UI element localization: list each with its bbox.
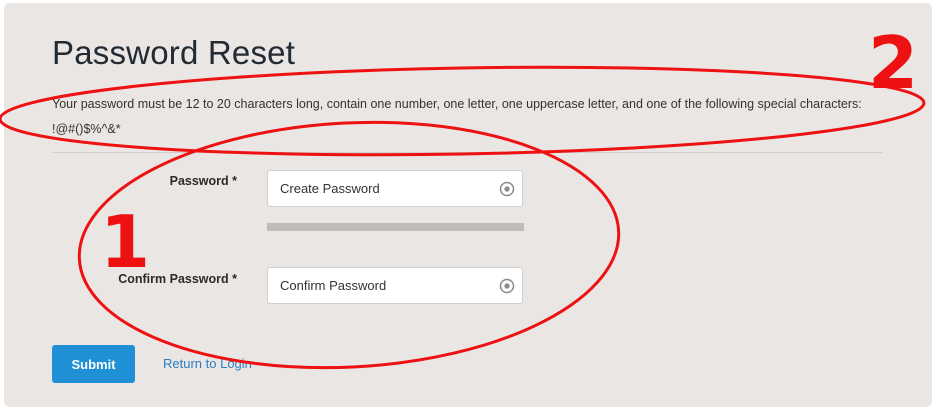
password-requirements-text: Your password must be 12 to 20 character…: [52, 97, 862, 136]
confirm-password-label: Confirm Password *: [118, 272, 237, 286]
return-to-login-link[interactable]: Return to Login: [163, 356, 252, 371]
divider: [52, 152, 882, 153]
password-field-wrapper: [267, 170, 523, 207]
eye-icon[interactable]: [499, 181, 515, 197]
confirm-password-input[interactable]: [268, 268, 498, 303]
eye-icon[interactable]: [499, 278, 515, 294]
password-strength-meter: [267, 223, 524, 231]
confirm-password-field-wrapper: [267, 267, 523, 304]
password-input[interactable]: [268, 171, 498, 206]
page-title: Password Reset: [52, 34, 296, 71]
submit-button[interactable]: Submit: [52, 345, 135, 383]
password-label: Password *: [169, 174, 237, 188]
